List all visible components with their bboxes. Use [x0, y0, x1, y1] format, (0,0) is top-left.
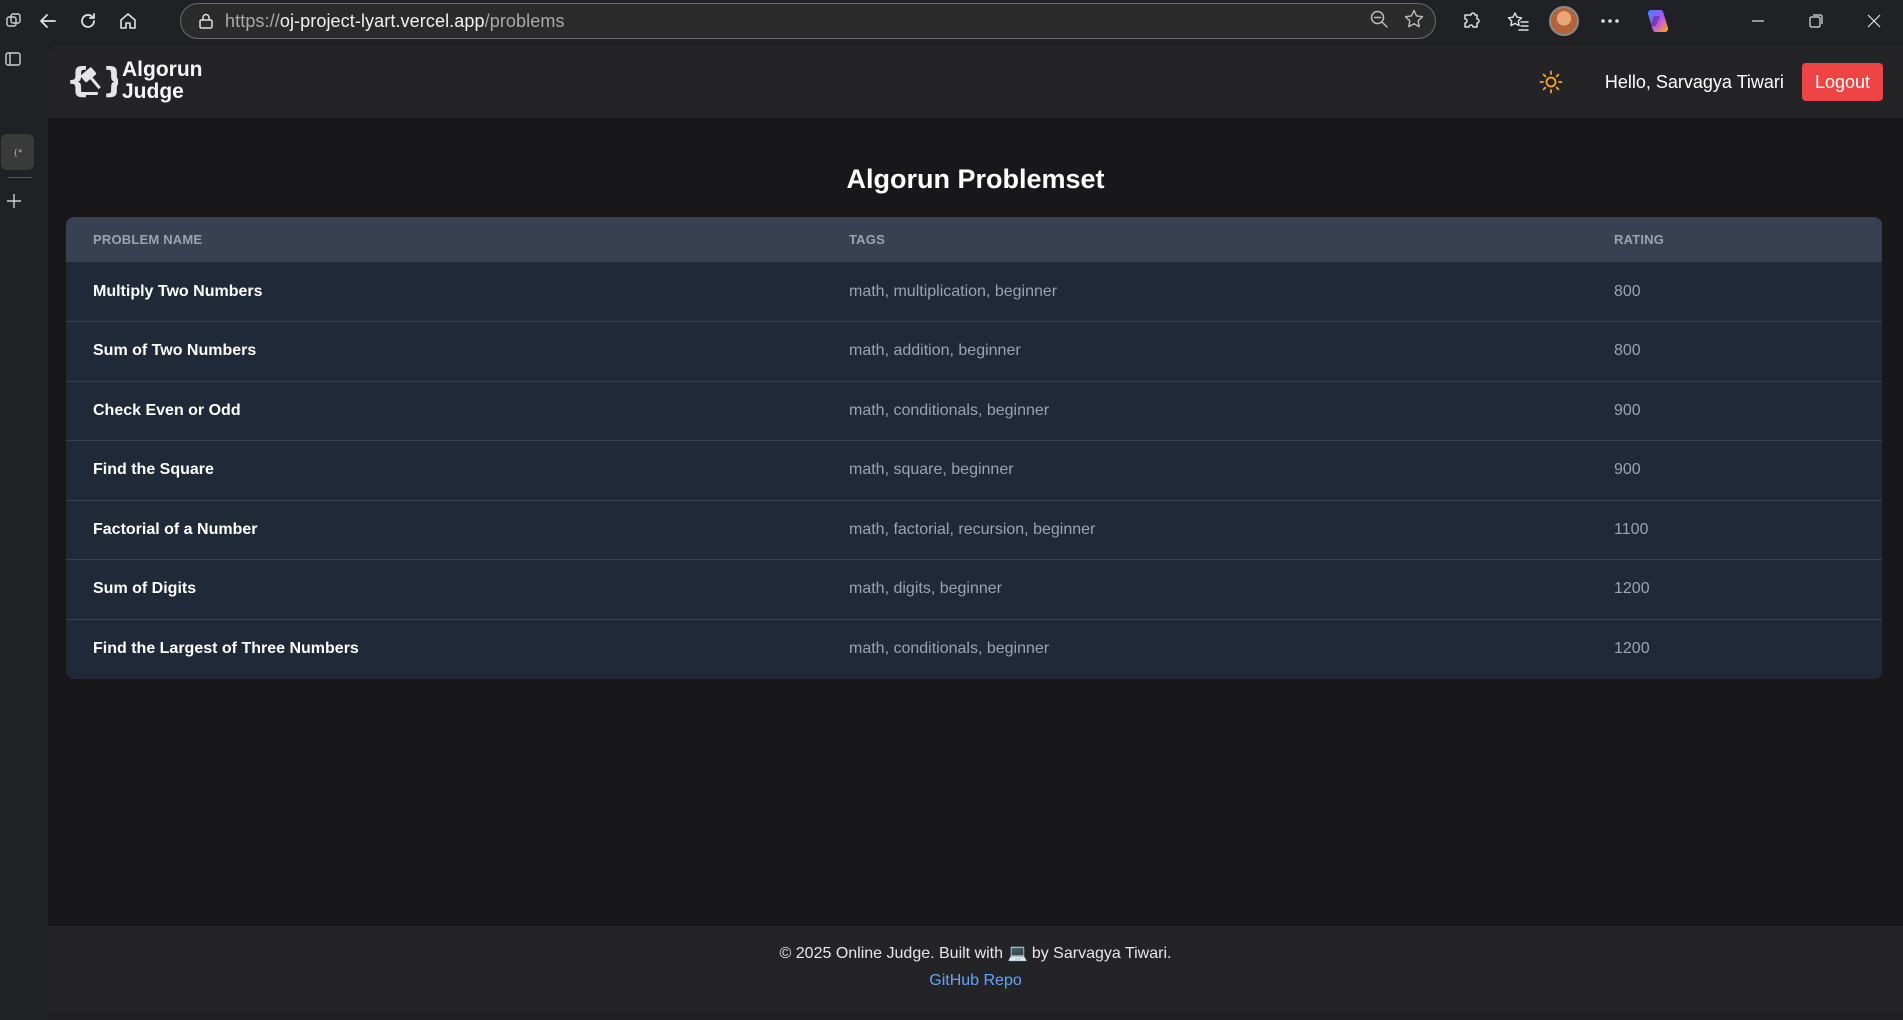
- problem-name-link[interactable]: Check Even or Odd: [66, 381, 849, 441]
- back-icon[interactable]: [28, 0, 68, 42]
- problem-name-link[interactable]: Find the Largest of Three Numbers: [66, 619, 849, 679]
- url-path: /problems: [484, 10, 565, 31]
- logo-line1: Algorun: [122, 58, 203, 81]
- table-row[interactable]: Multiply Two Numbers math, multiplicatio…: [66, 262, 1882, 322]
- svg-text:}: }: [102, 61, 118, 101]
- table-row[interactable]: Check Even or Odd math, conditionals, be…: [66, 381, 1882, 441]
- problem-rating: 1200: [1614, 640, 1650, 657]
- url-scheme: https://: [225, 10, 280, 31]
- site-navbar: { } Algorun Judge: [48, 46, 1903, 118]
- restore-icon[interactable]: [1787, 0, 1845, 42]
- column-header-rating: RATING: [1614, 232, 1665, 247]
- site-logo[interactable]: { } Algorun Judge: [66, 59, 202, 103]
- vertical-tab-rail: {*}: [0, 42, 48, 1020]
- problem-rating: 1200: [1614, 580, 1650, 598]
- problem-name-link[interactable]: Sum of Two Numbers: [66, 322, 849, 382]
- problem-rating: 1100: [1614, 520, 1649, 538]
- new-tab-icon[interactable]: [5, 192, 25, 212]
- problem-tags: math, digits, beginner: [849, 580, 1002, 598]
- home-icon[interactable]: [108, 0, 148, 42]
- close-icon[interactable]: [1845, 0, 1903, 42]
- refresh-icon[interactable]: [68, 0, 108, 42]
- logo-gavel-icon: { }: [66, 61, 118, 101]
- theme-toggle-button[interactable]: [1537, 68, 1565, 96]
- table-row[interactable]: Find the Largest of Three Numbers math, …: [66, 619, 1882, 679]
- problem-tags: math, conditionals, beginner: [849, 401, 1050, 419]
- sun-icon: [1539, 70, 1563, 94]
- table-row[interactable]: Sum of Two Numbers math, addition, begin…: [66, 321, 1882, 382]
- workspaces-icon[interactable]: [0, 0, 28, 42]
- site-footer: © 2025 Online Judge. Built with 💻 by Sar…: [48, 926, 1903, 1012]
- table-header-row: PROBLEM NAME TAGS RATING: [66, 217, 1882, 262]
- problem-tags: math, multiplication, beginner: [849, 282, 1058, 300]
- page-title: Algorun Problemset: [846, 164, 1105, 194]
- page-viewport: { } Algorun Judge: [48, 46, 1903, 1012]
- copilot-icon[interactable]: [1636, 0, 1676, 42]
- column-header-tags: TAGS: [849, 232, 885, 247]
- site-info-icon[interactable]: [195, 10, 217, 32]
- problem-tags: math, addition, beginner: [849, 342, 1021, 360]
- url-host: oj-project-lyart.vercel.app: [279, 10, 485, 31]
- problem-tags: math, factorial, recursion, beginner: [849, 520, 1096, 538]
- problem-tags: math, square, beginner: [849, 461, 1014, 479]
- svg-text:{*}: {*}: [13, 148, 23, 157]
- user-greeting: Hello, Sarvagya Tiwari: [1604, 71, 1784, 92]
- problem-rating: 800: [1614, 282, 1641, 300]
- table-row[interactable]: Sum of Digits math, digits, beginner 120…: [66, 559, 1882, 620]
- tab-rail-divider: [8, 177, 32, 178]
- profile-avatar[interactable]: [1544, 0, 1584, 42]
- problem-rating: 800: [1614, 342, 1641, 360]
- table-row[interactable]: Find the Square math, square, beginner 9…: [66, 440, 1882, 501]
- footer-copyright: © 2025 Online Judge. Built with 💻 by Sar…: [779, 945, 1172, 962]
- zoom-out-icon[interactable]: [1369, 9, 1389, 34]
- extensions-icon[interactable]: [1452, 0, 1492, 42]
- favorites-icon[interactable]: [1498, 0, 1538, 42]
- url-text: https://oj-project-lyart.vercel.app/prob…: [225, 11, 565, 32]
- minimize-icon[interactable]: [1729, 0, 1787, 42]
- browser-toolbar: https://oj-project-lyart.vercel.app/prob…: [0, 0, 1903, 42]
- problem-rating: 900: [1614, 401, 1641, 419]
- tab-sidebar-icon[interactable]: [4, 50, 26, 72]
- github-repo-link[interactable]: GitHub Repo: [929, 972, 1022, 990]
- favorite-star-icon[interactable]: [1403, 8, 1425, 35]
- logout-button[interactable]: Logout: [1801, 63, 1883, 101]
- column-header-problem-name: PROBLEM NAME: [93, 232, 203, 247]
- tab-current-page[interactable]: {*}: [1, 134, 34, 170]
- table-row[interactable]: Factorial of a Number math, factorial, r…: [66, 500, 1882, 560]
- address-bar[interactable]: https://oj-project-lyart.vercel.app/prob…: [180, 3, 1436, 39]
- problem-name-link[interactable]: Find the Square: [66, 441, 849, 501]
- problem-rating: 900: [1614, 461, 1641, 479]
- problem-name-link[interactable]: Factorial of a Number: [66, 500, 849, 560]
- problems-table: PROBLEM NAME TAGS RATING Multiply Two Nu…: [66, 217, 1882, 679]
- problem-name-link[interactable]: Multiply Two Numbers: [66, 262, 849, 322]
- problem-name-link[interactable]: Sum of Digits: [66, 560, 849, 620]
- problem-tags: math, conditionals, beginner: [849, 640, 1050, 657]
- logo-line2: Judge: [122, 80, 184, 103]
- more-icon[interactable]: [1590, 0, 1630, 42]
